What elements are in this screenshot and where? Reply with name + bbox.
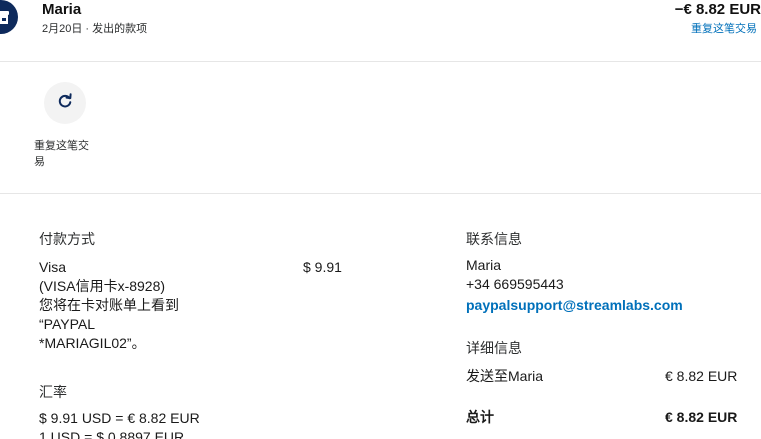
counterparty-name: Maria — [42, 1, 82, 18]
contact-name: Maria — [466, 257, 502, 273]
exchange-rate-conversion: $ 9.91 USD = € 8.82 EUR — [39, 410, 200, 426]
transaction-date-type: 2月20日 · 发出的款项 — [42, 23, 148, 35]
divider — [0, 193, 761, 194]
repeat-transaction-label[interactable]: 重复这笔交易 — [34, 138, 96, 170]
contact-info-title: 联系信息 — [466, 231, 522, 247]
contact-phone: +34 669595443 — [466, 276, 564, 292]
statement-note-line3: *MARIAGIL02”。 — [39, 335, 146, 351]
transaction-amount: −€ 8.82 EUR — [674, 1, 761, 18]
transaction-header: Maria 2月20日 · 发出的款项 −€ 8.82 EUR 重复这笔交易 — [0, 0, 761, 60]
total-label: 总计 — [466, 409, 494, 425]
payment-method-title: 付款方式 — [39, 231, 95, 247]
transaction-details-page: Maria 2月20日 · 发出的款项 −€ 8.82 EUR 重复这笔交易 重… — [0, 0, 761, 439]
divider — [0, 61, 761, 62]
repeat-transaction-link[interactable]: 重复这笔交易 — [691, 20, 757, 36]
payment-method-brand: Visa — [39, 259, 66, 275]
statement-note-line2: “PAYPAL — [39, 316, 96, 332]
total-amount: € 8.82 EUR — [665, 409, 738, 425]
sent-to-amount: € 8.82 EUR — [665, 368, 738, 384]
exchange-rate-unit: 1 USD = $ 0.8897 EUR — [39, 429, 185, 439]
refresh-icon — [57, 92, 73, 114]
details-title: 详细信息 — [466, 340, 522, 356]
statement-note-line1: 您将在卡对账单上看到 — [39, 297, 179, 313]
store-icon — [0, 0, 18, 34]
payment-amount: $ 9.91 — [303, 259, 342, 275]
sent-to-label: 发送至Maria — [466, 368, 544, 384]
exchange-rate-title: 汇率 — [39, 384, 67, 400]
payment-method-card: (VISA信用卡x-8928) — [39, 278, 166, 294]
repeat-transaction-button[interactable] — [44, 82, 86, 124]
contact-email-link[interactable]: paypalsupport@streamlabs.com — [466, 296, 683, 315]
